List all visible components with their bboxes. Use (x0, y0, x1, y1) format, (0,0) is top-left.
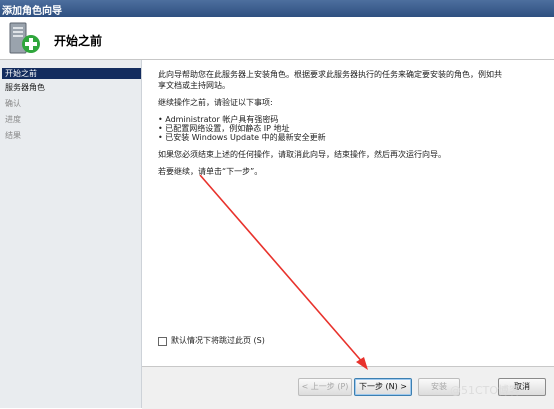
sidebar-item-confirmation: 确认 (5, 99, 21, 108)
next-button[interactable]: 下一步 (N) > (354, 378, 412, 396)
sidebar-item-results: 结果 (5, 131, 21, 140)
sidebar-item-server-roles[interactable]: 服务器角色 (2, 82, 141, 93)
bullet-windows-update: • 已安装 Windows Update 中的最新安全更新 (158, 133, 326, 142)
skip-page-checkbox[interactable] (158, 337, 167, 346)
cancel-instructions: 如果您必须结束上述的任何操作，请取消此向导，结束操作，然后再次运行向导。 (158, 150, 446, 159)
previous-button[interactable]: < 上一步 (P) (298, 378, 352, 396)
wizard-content: 此向导帮助您在此服务器上安装角色。根据要求此服务器执行的任务来确定要安装的角色，… (142, 60, 554, 408)
skip-page-label[interactable]: 默认情况下将跳过此页 (S) (171, 335, 265, 346)
wizard-sidebar: 开始之前 服务器角色 确认 进度 结果 (0, 60, 142, 408)
wizard-header: 开始之前 (0, 17, 554, 60)
page-title: 开始之前 (54, 34, 103, 48)
sidebar-item-progress: 进度 (5, 115, 21, 124)
intro-line-2: 享文档或主持网站。 (158, 81, 230, 90)
window-title: 添加角色向导 (2, 6, 62, 17)
continue-instructions: 若要继续，请单击“下一步”。 (158, 167, 263, 176)
verify-heading: 继续操作之前，请验证以下事项: (158, 98, 273, 107)
title-bar: 添加角色向导 (0, 0, 554, 17)
server-add-icon (9, 22, 40, 54)
watermark-text: @51CTO博客 (450, 384, 521, 397)
sidebar-item-before-you-begin[interactable]: 开始之前 (2, 68, 141, 79)
intro-line-1: 此向导帮助您在此服务器上安装角色。根据要求此服务器执行的任务来确定要安装的角色，… (158, 70, 502, 79)
